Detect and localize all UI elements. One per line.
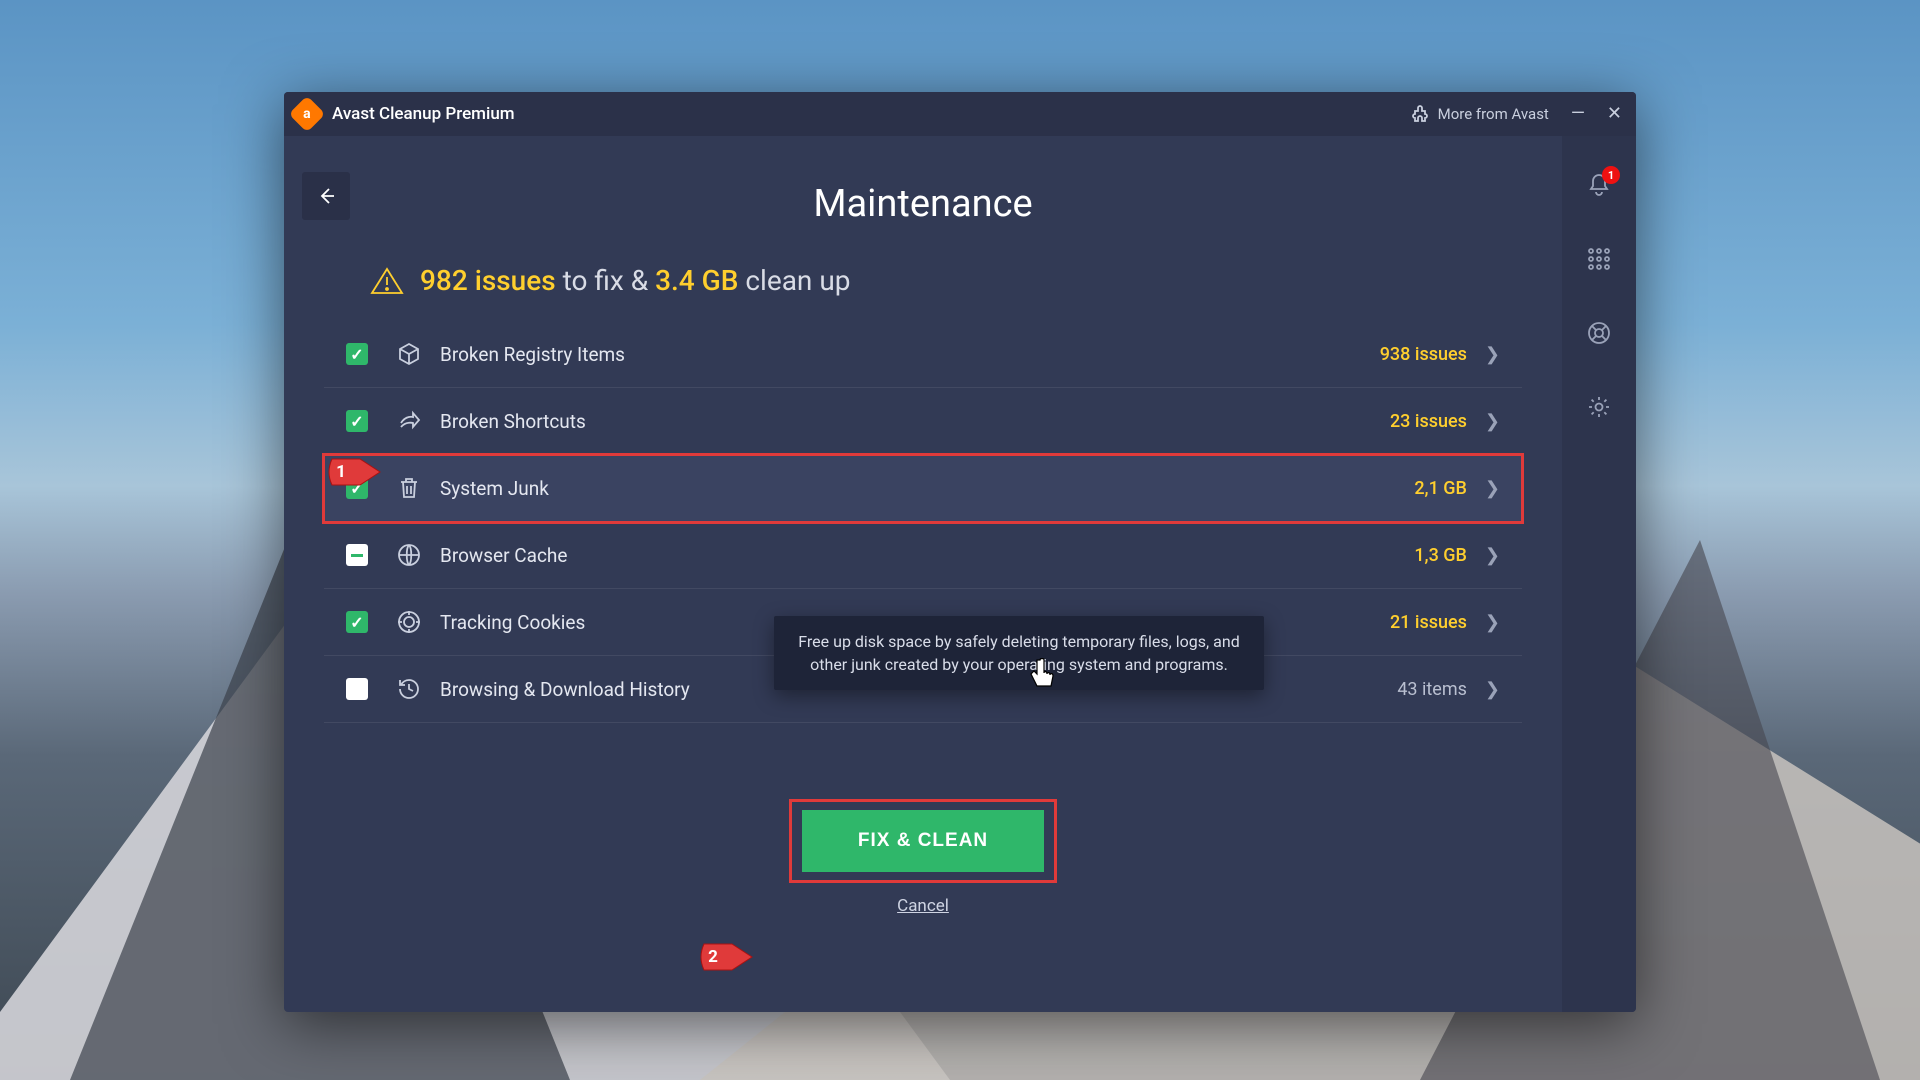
issue-row-cache[interactable]: Browser Cache 1,3 GB ❯ xyxy=(324,522,1522,589)
chevron-right-icon: ❯ xyxy=(1485,478,1500,499)
more-from-avast-label: More from Avast xyxy=(1438,105,1549,123)
more-from-avast-link[interactable]: More from Avast xyxy=(1412,105,1549,123)
summary-line: 982 issues to fix & 3.4 GB clean up xyxy=(370,264,1562,297)
summary-text: clean up xyxy=(738,264,850,297)
row-count: 1,3 GB xyxy=(1414,545,1467,566)
row-count: 21 issues xyxy=(1390,612,1467,633)
lifebuoy-icon xyxy=(1587,321,1611,345)
chevron-right-icon: ❯ xyxy=(1485,612,1500,633)
globe-icon xyxy=(396,542,422,568)
gear-icon xyxy=(1587,395,1611,419)
fix-and-clean-button[interactable]: FIX & CLEAN xyxy=(802,810,1044,872)
right-sidebar: 1 xyxy=(1562,136,1636,1012)
history-icon xyxy=(396,676,422,702)
page-title: Maintenance xyxy=(284,182,1562,226)
row-label: Tracking Cookies xyxy=(440,611,585,634)
system-junk-tooltip: Free up disk space by safely deleting te… xyxy=(774,616,1264,690)
chevron-right-icon: ❯ xyxy=(1485,344,1500,365)
checkbox-shortcuts[interactable] xyxy=(346,410,368,432)
main-panel: Maintenance 982 issues to fix & 3.4 GB c… xyxy=(284,136,1562,1012)
row-label: Browsing & Download History xyxy=(440,678,690,701)
warning-icon xyxy=(370,266,404,296)
cube-icon xyxy=(396,341,422,367)
checkbox-registry[interactable] xyxy=(346,343,368,365)
puzzle-icon xyxy=(1412,105,1430,123)
settings-button[interactable] xyxy=(1586,394,1612,420)
chevron-right-icon: ❯ xyxy=(1485,679,1500,700)
target-icon xyxy=(396,609,422,635)
titlebar: Avast Cleanup Premium More from Avast — … xyxy=(284,92,1636,136)
row-count: 938 issues xyxy=(1380,344,1467,365)
app-window: Avast Cleanup Premium More from Avast — … xyxy=(284,92,1636,1012)
row-count: 43 items xyxy=(1397,679,1467,700)
app-title: Avast Cleanup Premium xyxy=(332,104,515,124)
fix-button-highlight: FIX & CLEAN xyxy=(792,802,1054,880)
issue-row-registry[interactable]: Broken Registry Items 938 issues ❯ xyxy=(324,321,1522,388)
row-label: System Junk xyxy=(440,477,549,500)
row-count: 23 issues xyxy=(1390,411,1467,432)
summary-size: 3.4 GB xyxy=(655,264,738,297)
row-label: Browser Cache xyxy=(440,544,567,567)
apps-grid-button[interactable] xyxy=(1586,246,1612,272)
notifications-button[interactable]: 1 xyxy=(1586,172,1612,198)
row-count: 2,1 GB xyxy=(1414,478,1467,499)
checkbox-history[interactable] xyxy=(346,678,368,700)
minimize-button[interactable]: — xyxy=(1571,105,1585,123)
checkbox-sysjunk[interactable] xyxy=(346,477,368,499)
checkbox-cookies[interactable] xyxy=(346,611,368,633)
close-button[interactable]: ✕ xyxy=(1607,105,1622,123)
checkbox-cache[interactable] xyxy=(346,544,368,566)
help-button[interactable] xyxy=(1586,320,1612,346)
desktop-wallpaper: Avast Cleanup Premium More from Avast — … xyxy=(0,0,1920,1080)
chevron-right-icon: ❯ xyxy=(1485,411,1500,432)
notification-badge: 1 xyxy=(1602,166,1620,184)
back-button[interactable] xyxy=(302,172,350,220)
summary-issues: 982 issues xyxy=(420,264,556,297)
row-label: Broken Shortcuts xyxy=(440,410,586,433)
cancel-link[interactable]: Cancel xyxy=(897,896,949,916)
share-icon xyxy=(396,408,422,434)
avast-logo-icon xyxy=(289,96,326,133)
arrow-left-icon xyxy=(315,185,337,207)
summary-text: to fix & xyxy=(556,264,655,297)
issue-row-shortcuts[interactable]: Broken Shortcuts 23 issues ❯ xyxy=(324,388,1522,455)
trash-icon xyxy=(396,475,422,501)
row-label: Broken Registry Items xyxy=(440,343,625,366)
grid-icon xyxy=(1588,248,1610,270)
chevron-right-icon: ❯ xyxy=(1485,545,1500,566)
issue-row-sysjunk[interactable]: System Junk 2,1 GB ❯ xyxy=(324,455,1522,522)
